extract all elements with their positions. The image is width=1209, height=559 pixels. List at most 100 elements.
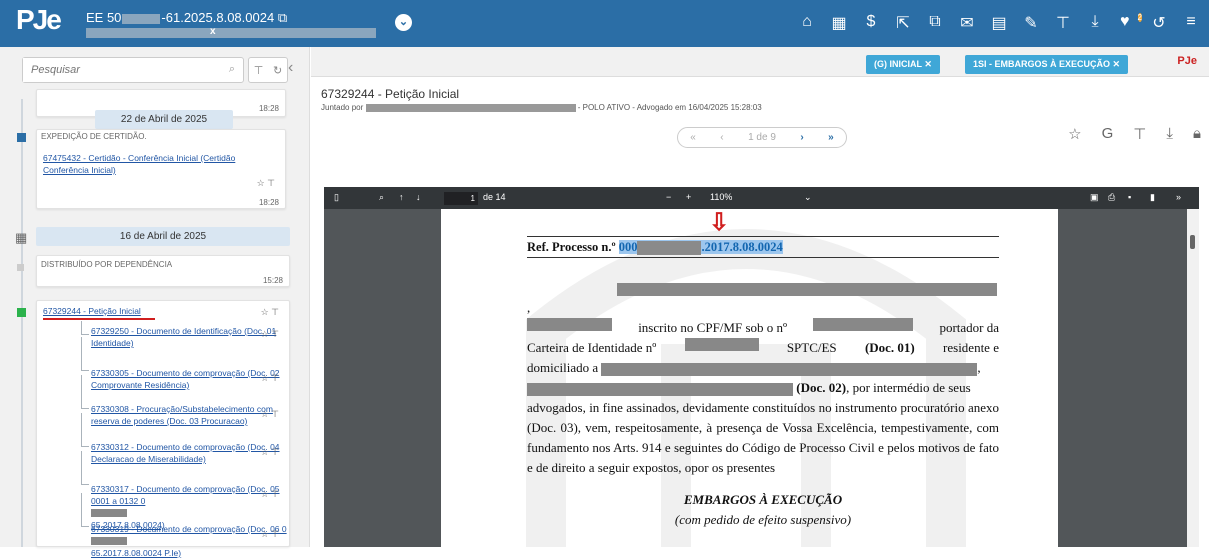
mail-icon[interactable]: ✉	[959, 13, 975, 33]
search-input[interactable]	[23, 58, 203, 82]
down-arrow-icon[interactable]: ↓	[416, 192, 421, 202]
tree-connector	[81, 493, 89, 527]
menu-icon[interactable]: ≡	[1183, 13, 1199, 33]
zoom-in-icon[interactable]: +	[686, 192, 691, 202]
redacted-block	[813, 318, 914, 331]
event-marker	[17, 308, 26, 317]
google-icon[interactable]: G	[1102, 125, 1114, 143]
pje-small-logo: PJe	[1177, 55, 1197, 67]
more-tools-icon[interactable]: »	[1176, 192, 1181, 202]
last-page-icon[interactable]: »	[828, 132, 834, 143]
subdocument-item[interactable]: 67330319 - Documento de comprovação (Doc…	[91, 523, 321, 559]
section-subheading: (com pedido de efeito suspensivo)	[674, 512, 852, 527]
copy-docs-icon[interactable]: ⧉	[927, 13, 943, 33]
home-icon[interactable]: ⌂	[799, 13, 815, 33]
pin-icon[interactable]: ⊤	[1133, 125, 1146, 143]
tab-embargos[interactable]: 1SI - EMBARGOS À EXECUÇÃO ✕	[965, 55, 1129, 74]
tree-connector	[81, 375, 89, 409]
first-page-icon[interactable]: «	[690, 132, 696, 143]
scrollbar-thumb[interactable]	[1190, 235, 1195, 249]
next-page-icon[interactable]: ›	[800, 132, 803, 143]
paragraph-line: ,	[527, 278, 999, 318]
calendar-icon[interactable]: ▦	[831, 13, 847, 33]
zoom-out-icon[interactable]: −	[666, 192, 671, 202]
subdocument-item[interactable]: 67330312 - Documento de comprovação (Doc…	[91, 441, 321, 465]
event-title: DISTRIBUÍDO POR DEPENDÊNCIA	[41, 260, 173, 269]
prev-page-icon[interactable]: ‹	[720, 132, 723, 143]
lock-icon[interactable]: 🔒︎	[1193, 125, 1201, 143]
pin-icon[interactable]: ⊤	[1055, 13, 1071, 33]
heart-icon[interactable]: ♥ 2	[1119, 13, 1142, 33]
paragraph-line: inscrito no CPF/MF sob o nº portador da	[527, 318, 999, 338]
redacted-block	[122, 13, 161, 24]
chevron-down-icon[interactable]: ⌄	[395, 14, 412, 31]
subdocument-item[interactable]: 67330308 - Procuração/Substabelecimento …	[91, 403, 321, 427]
star-pin-icon[interactable]: ☆ ⊤	[261, 529, 279, 540]
event-marker	[17, 133, 26, 142]
search-icon[interactable]: ⌕	[229, 63, 235, 76]
up-arrow-icon[interactable]: ↑	[399, 192, 404, 202]
document-pager: « ‹ 1 de 9 › »	[677, 127, 847, 148]
redacted-party-name: x	[86, 26, 376, 38]
bookmark-icon[interactable]: ▮	[1150, 192, 1155, 203]
tree-connector	[81, 451, 89, 485]
tree-connector	[81, 337, 89, 371]
redacted-block	[684, 338, 759, 351]
search-box: ⌕	[22, 57, 244, 83]
zoom-dropdown-icon[interactable]: ⌄	[804, 192, 812, 203]
timeline-panel: ⌕ ⊤ ↻ ‹ 18:28 22 de Abril de 2025 EXPEDI…	[0, 47, 310, 558]
sidebar-toggle-icon[interactable]: ▯	[334, 192, 339, 203]
subdocument-item[interactable]: 67330305 - Documento de comprovação (Doc…	[91, 367, 321, 391]
ref-line: Ref. Processo n.º 000.2017.8.08.0024	[527, 240, 783, 256]
tree-connector	[81, 321, 89, 335]
download-icon[interactable]: ⤓	[1087, 13, 1103, 33]
star-pin-icon[interactable]: ☆ ⊤	[261, 489, 279, 500]
subdocument-item[interactable]: 67329250 - Documento de Identificação (D…	[91, 325, 321, 349]
star-pin-icon[interactable]: ☆ ⊤	[257, 178, 275, 189]
document-header: 67329244 - Petição Inicial Juntado por -…	[321, 87, 762, 112]
filter-icon[interactable]: ⊤	[254, 64, 264, 77]
star-pin-icon[interactable]: ☆ ⊤	[261, 307, 279, 318]
copy-icon[interactable]: ⧉	[278, 10, 287, 25]
pje-logo[interactable]: PJe	[16, 4, 70, 38]
tree-connector	[81, 413, 89, 447]
calendar-icon: ▦	[15, 230, 28, 245]
filter-buttons: ⊤ ↻	[248, 57, 288, 83]
download-icon[interactable]: ⤓	[1166, 125, 1173, 143]
page-number-field[interactable]: 1	[444, 192, 478, 205]
star-pin-icon[interactable]: ☆ ⊤	[261, 447, 279, 458]
event-marker	[17, 264, 24, 271]
document-icon[interactable]: ▤	[991, 13, 1007, 33]
zoom-level[interactable]: 110%	[710, 192, 732, 202]
document-link[interactable]: 67475432 - Certidão - Conferência Inicia…	[43, 152, 263, 176]
star-icon[interactable]: ☆	[1068, 125, 1081, 143]
refresh-icon[interactable]: ↻	[273, 64, 282, 77]
star-pin-icon[interactable]: ☆ ⊤	[261, 373, 279, 384]
paragraph-line: Carteira de Identidade nº SPTC/ES (Doc. 01…	[527, 338, 999, 355]
dollar-icon[interactable]: $	[863, 13, 879, 33]
collapse-panel-icon[interactable]: ‹	[288, 59, 293, 77]
date-separator: 22 de Abril de 2025	[95, 110, 233, 129]
save-icon[interactable]: ▪	[1128, 192, 1131, 202]
history-icon[interactable]: ↺	[1151, 13, 1167, 33]
open-file-icon[interactable]: ▣	[1090, 192, 1099, 203]
document-title: 67329244 - Petição Inicial	[321, 87, 460, 101]
star-pin-icon[interactable]: ☆ ⊤	[261, 329, 279, 340]
red-underline	[43, 318, 155, 320]
tabs-bar: (G) INICIAL ✕ 1SI - EMBARGOS À EXECUÇÃO …	[311, 47, 1209, 77]
timeline-card: EXPEDIÇÃO DE CERTIDÃO. 67475432 - Certid…	[36, 129, 286, 209]
print-icon[interactable]: ⎙	[1108, 192, 1115, 203]
main-document-link[interactable]: 67329244 - Petição Inicial	[43, 305, 141, 317]
pdf-scrollbar[interactable]	[1187, 209, 1199, 547]
document-area: (G) INICIAL ✕ 1SI - EMBARGOS À EXECUÇÃO …	[311, 47, 1209, 547]
page-indicator: 1 de 9	[748, 132, 776, 143]
tab-inicial[interactable]: (G) INICIAL ✕	[866, 55, 940, 74]
page-total: de 14	[483, 192, 506, 202]
external-link-icon[interactable]: ⇱	[895, 13, 911, 33]
pdf-page: ⇩ Ref. Processo n.º 000.2017.8.08.0024 ,…	[441, 209, 1058, 547]
event-time: 15:28	[262, 276, 283, 285]
star-pin-icon[interactable]: ☆ ⊤	[261, 409, 279, 420]
edit-icon[interactable]: ✎	[1023, 13, 1039, 33]
redacted-block	[527, 318, 612, 331]
search-icon[interactable]: ⌕	[379, 192, 384, 203]
